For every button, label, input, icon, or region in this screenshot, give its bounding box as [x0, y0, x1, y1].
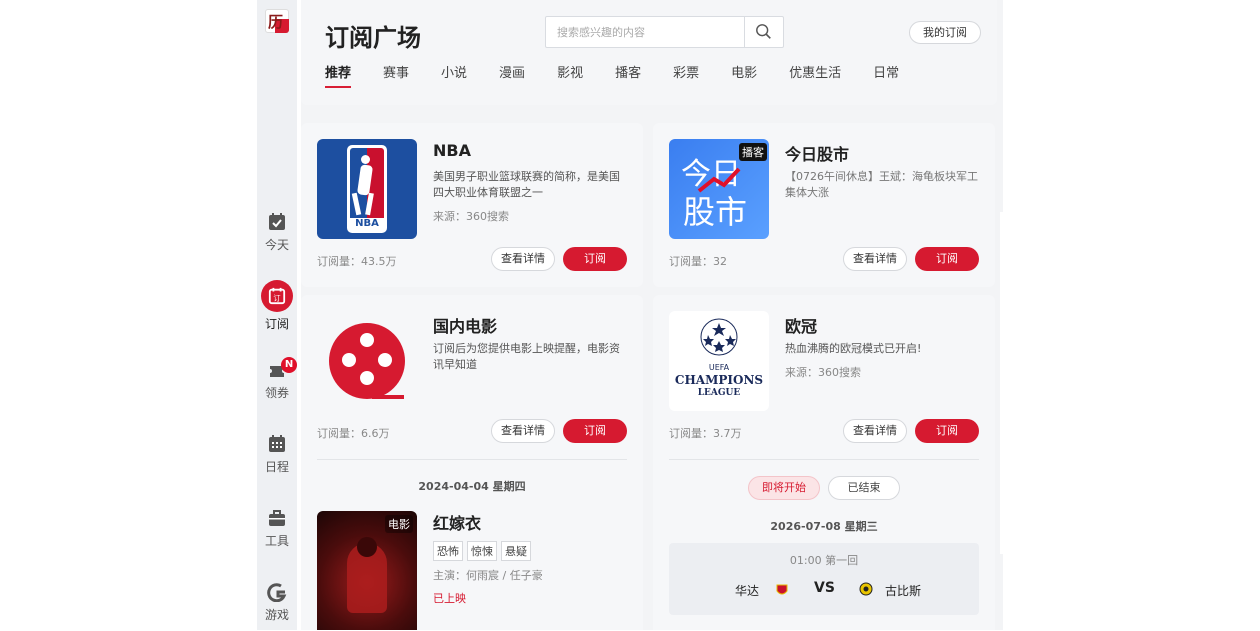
card-title[interactable]: 今日股市 [785, 141, 849, 165]
list-date: 2024-04-04 星期四 [418, 480, 526, 493]
divider [317, 459, 627, 460]
card-source: 来源：360搜索 [785, 366, 861, 379]
card-description: 【0726午间休息】王斌：海龟板块军工集体大涨 [785, 170, 978, 199]
home-team-name: 华达 [735, 584, 760, 598]
starball-icon [700, 318, 738, 356]
tab-daily[interactable]: 日常 [873, 62, 899, 90]
subscriber-count: 订阅量：3.7万 [669, 427, 742, 440]
sidebar-item-label: 工具 [264, 534, 289, 548]
nba-logo-text: NBA [355, 218, 379, 229]
svg-text:订: 订 [273, 294, 280, 303]
search-box [545, 16, 784, 48]
tab-comics[interactable]: 漫画 [499, 62, 525, 90]
subscribe-button[interactable]: 订阅 [915, 419, 979, 443]
tab-events[interactable]: 赛事 [383, 62, 409, 90]
new-badge: N [281, 357, 297, 373]
filter-finished[interactable]: 已结束 [828, 476, 900, 500]
stock-cover: 今日 股市 播客 [669, 139, 769, 239]
logo-text: LEAGUE [697, 388, 741, 398]
schedule-date: 2026-07-08 星期三 [770, 520, 878, 533]
subscription-card-nba: NBA NBA 美国男子职业篮球联赛的简称，是美国四大职业体育联盟之一 来源：3… [301, 123, 643, 287]
sidebar-item-tools[interactable]: 工具 [257, 508, 297, 549]
tab-deals[interactable]: 优惠生活 [789, 62, 841, 90]
card-description: 订阅后为您提供电影上映提醒，电影资讯早知道 [433, 342, 620, 371]
nba-logo: NBA [317, 139, 417, 239]
sidebar-item-label: 领券 [264, 386, 289, 400]
sidebar-item-label: 日程 [264, 460, 289, 474]
my-subscriptions-button[interactable]: 我的订阅 [909, 21, 981, 44]
home-team-crest-icon [776, 584, 788, 595]
card-source: 来源：360搜索 [433, 210, 509, 223]
logo-text: CHAMPIONS [674, 373, 764, 387]
subscription-card-stock: 今日 股市 播客 今日股市 【0726午间休息】王斌：海龟板块军工集体大涨 订阅… [653, 123, 995, 287]
category-tabs: 推荐 赛事 小说 漫画 影视 播客 彩票 电影 优惠生活 日常 [325, 62, 931, 90]
movie-cast: 主演：何雨宸 / 任子豪 [433, 569, 543, 582]
search-input[interactable] [546, 17, 745, 47]
game-icon [267, 583, 287, 602]
tab-podcast[interactable]: 播客 [615, 62, 641, 90]
match-item[interactable]: 01:00 第一回 华达 VS 古比斯 [669, 543, 979, 615]
card-description: 热血沸腾的欧冠模式已开启! [785, 342, 922, 355]
card-title[interactable]: 国内电影 [433, 313, 497, 337]
divider [669, 459, 979, 460]
movie-list-item[interactable]: 电影 红嫁衣 恐怖 惊悚 悬疑 主演：何雨宸 / 任子豪 已上映 [317, 511, 627, 631]
view-details-button[interactable]: 查看详情 [843, 247, 907, 271]
sidebar: 历 今天 订 订阅 N 领券 日程 工具 游戏 [257, 0, 297, 630]
movie-title[interactable]: 红嫁衣 [433, 510, 481, 534]
tab-video[interactable]: 影视 [557, 62, 583, 90]
subscriber-count: 订阅量：32 [669, 255, 727, 268]
away-team-crest-icon [859, 582, 873, 596]
release-status: 已上映 [433, 592, 466, 605]
sidebar-item-subscribe[interactable]: 订 订阅 [257, 280, 297, 332]
card-title[interactable]: NBA [433, 141, 471, 160]
sidebar-item-today[interactable]: 今天 [257, 212, 297, 253]
subscription-card-movies: 国内电影 订阅后为您提供电影上映提醒，电影资讯早知道 订阅量：6.6万 查看详情… [301, 295, 643, 630]
sidebar-item-schedule[interactable]: 日程 [257, 434, 297, 475]
calendar-check-icon [269, 213, 285, 230]
subscriber-count: 订阅量：6.6万 [317, 427, 390, 440]
card-title[interactable]: 欧冠 [785, 313, 817, 337]
app-logo[interactable]: 历 [265, 9, 289, 33]
sidebar-item-label: 今天 [264, 238, 289, 252]
header: 订阅广场 我的订阅 推荐 赛事 小说 漫画 影视 播客 彩票 电影 优惠生活 日… [301, 0, 997, 105]
view-details-button[interactable]: 查看详情 [491, 419, 555, 443]
toolbox-icon [269, 510, 285, 526]
movie-tags: 恐怖 惊悚 悬疑 [433, 540, 535, 561]
tab-movies[interactable]: 电影 [731, 62, 757, 90]
movie-reel-logo [317, 311, 417, 411]
genre-tag: 恐怖 [433, 541, 463, 561]
subscribe-calendar-icon: 订 [261, 280, 293, 312]
away-team-name: 古比斯 [885, 584, 922, 598]
tab-lottery[interactable]: 彩票 [673, 62, 699, 90]
sidebar-item-games[interactable]: 游戏 [257, 582, 297, 623]
card-description: 美国男子职业篮球联赛的简称，是美国四大职业体育联盟之一 [433, 170, 620, 199]
search-button[interactable] [744, 17, 783, 47]
versus-label: VS [814, 580, 835, 596]
sidebar-item-coupon[interactable]: N 领券 [257, 357, 297, 401]
champions-league-logo: UEFA CHAMPIONS LEAGUE [669, 311, 769, 411]
filter-upcoming[interactable]: 即将开始 [748, 476, 820, 500]
subscribe-button[interactable]: 订阅 [563, 247, 627, 271]
match-time: 01:00 第一回 [789, 554, 859, 567]
view-details-button[interactable]: 查看详情 [843, 419, 907, 443]
subscribe-button[interactable]: 订阅 [563, 419, 627, 443]
tab-novels[interactable]: 小说 [441, 62, 467, 90]
subscriber-count: 订阅量：43.5万 [317, 255, 397, 268]
subscribe-button[interactable]: 订阅 [915, 247, 979, 271]
schedule-grid-icon [269, 435, 285, 452]
genre-tag: 悬疑 [501, 541, 531, 561]
page-title: 订阅广场 [325, 24, 421, 52]
scrollbar[interactable] [1000, 212, 1003, 554]
movie-poster: 电影 [317, 511, 417, 630]
movie-badge: 电影 [385, 515, 413, 533]
main-panel: 订阅广场 我的订阅 推荐 赛事 小说 漫画 影视 播客 彩票 电影 优惠生活 日… [301, 0, 1003, 630]
view-details-button[interactable]: 查看详情 [491, 247, 555, 271]
sidebar-item-label: 游戏 [264, 608, 289, 622]
genre-tag: 惊悚 [467, 541, 497, 561]
podcast-badge: 播客 [739, 143, 767, 161]
sidebar-item-label: 订阅 [264, 317, 289, 331]
tab-recommend[interactable]: 推荐 [325, 62, 352, 90]
search-icon [756, 24, 771, 39]
logo-text: UEFA [708, 363, 730, 372]
